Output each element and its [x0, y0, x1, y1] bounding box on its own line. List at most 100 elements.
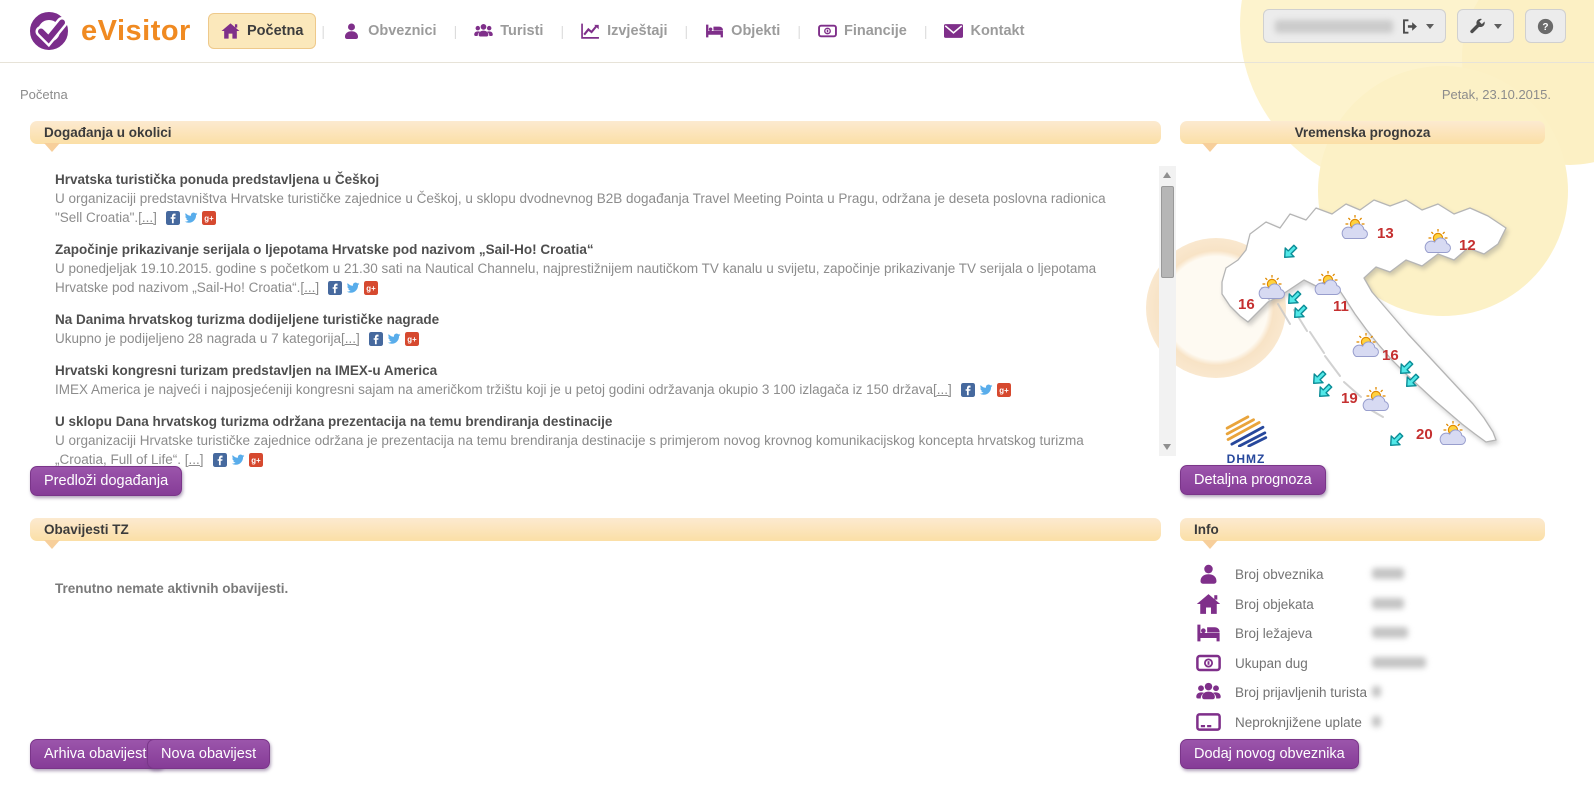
- news-item: Započinje prikazivanje serijala o ljepot…: [55, 240, 1130, 297]
- info-row: Broj ležajeva: [1196, 620, 1221, 646]
- temperature-label: 19: [1341, 390, 1358, 407]
- wind-arrow-icon: [1386, 430, 1405, 449]
- temperature-label: 16: [1382, 347, 1399, 364]
- news-item-title[interactable]: U sklopu Dana hrvatskog turizma održana …: [55, 412, 1130, 431]
- help-button[interactable]: [1525, 9, 1566, 43]
- facebook-icon[interactable]: [213, 453, 227, 467]
- people-icon: [474, 22, 493, 40]
- twitter-icon[interactable]: [231, 453, 245, 467]
- info-row: Broj prijavljenih turista: [1196, 679, 1221, 705]
- info-label: Broj prijavljenih turista: [1235, 685, 1435, 700]
- suggest-events-button[interactable]: Predloži događanja: [30, 466, 182, 496]
- facebook-icon[interactable]: [328, 281, 342, 295]
- nav-item-izvjestaji[interactable]: Izvještaji: [569, 14, 679, 48]
- scroll-down-icon[interactable]: [1163, 444, 1171, 450]
- googleplus-icon[interactable]: [364, 281, 378, 295]
- news-item-title[interactable]: Hrvatski kongresni turizam predstavljen …: [55, 361, 1130, 380]
- card-icon: [1196, 711, 1221, 733]
- panel-pointer: [1202, 143, 1218, 152]
- dhmz-label: DHMZ: [1218, 452, 1274, 466]
- info-row: Neproknjižene uplate: [1196, 709, 1221, 735]
- news-more-link[interactable]: [...]: [300, 280, 319, 295]
- info-row: Broj objekata: [1196, 591, 1221, 617]
- weather-panel-title: Vremenska prognoza: [1180, 121, 1545, 144]
- people-icon: [1196, 681, 1221, 703]
- username-redacted: [1275, 20, 1393, 33]
- news-more-link[interactable]: [...]: [933, 382, 952, 397]
- breadcrumb: Početna: [20, 87, 68, 102]
- temperature-label: 20: [1416, 426, 1433, 443]
- archive-notices-button[interactable]: Arhiva obavijesti: [30, 739, 164, 769]
- scrollbar-thumb[interactable]: [1161, 186, 1174, 278]
- news-more-link[interactable]: [...]: [341, 331, 360, 346]
- person-icon: [1196, 563, 1221, 585]
- bed-icon: [705, 22, 724, 40]
- facebook-icon[interactable]: [961, 383, 975, 397]
- wind-arrow-icon: [1309, 368, 1328, 387]
- wrench-icon: [1469, 18, 1486, 35]
- nav-item-kontakt[interactable]: Kontakt: [932, 14, 1036, 48]
- banknote-icon: [1196, 652, 1221, 674]
- twitter-icon[interactable]: [346, 281, 360, 295]
- nav-label: Financije: [844, 23, 907, 39]
- nav-item-financije[interactable]: Financije: [806, 14, 919, 48]
- news-item: Hrvatska turistička ponuda predstavljena…: [55, 170, 1130, 227]
- nav-divider: |: [454, 23, 458, 39]
- twitter-icon[interactable]: [387, 332, 401, 346]
- news-item: Hrvatski kongresni turizam predstavljen …: [55, 361, 1130, 399]
- info-label: Ukupan dug: [1235, 656, 1435, 671]
- logout-icon: [1401, 18, 1418, 35]
- logo-checkmark-icon: [28, 9, 72, 53]
- add-new-obligor-button[interactable]: Dodaj novog obveznika: [1180, 739, 1359, 769]
- news-item-title[interactable]: Započinje prikazivanje serijala o ljepot…: [55, 240, 1130, 259]
- scroll-up-icon[interactable]: [1163, 172, 1171, 178]
- googleplus-icon[interactable]: [405, 332, 419, 346]
- nav-label: Početna: [247, 23, 303, 39]
- news-item-title[interactable]: Hrvatska turistička ponuda predstavljena…: [55, 170, 1130, 189]
- news-more-link[interactable]: [...]: [185, 452, 204, 467]
- user-menu-button[interactable]: [1263, 9, 1446, 43]
- caret-down-icon: [1494, 24, 1502, 29]
- panel-pointer: [44, 143, 60, 152]
- news-item-body: Ukupno je podijeljeno 28 nagrada u 7 kat…: [55, 331, 341, 346]
- social-icons: [369, 332, 419, 346]
- twitter-icon[interactable]: [979, 383, 993, 397]
- nav-item-objekti[interactable]: Objekti: [693, 14, 792, 48]
- nav-label: Izvještaji: [607, 23, 667, 39]
- nav-item-turisti[interactable]: Turisti: [462, 14, 555, 48]
- nav-item-obveznici[interactable]: Obveznici: [330, 14, 449, 48]
- news-item: U sklopu Dana hrvatskog turizma održana …: [55, 412, 1130, 469]
- new-notice-button[interactable]: Nova obavijest: [147, 739, 270, 769]
- info-row: Ukupan dug: [1196, 650, 1221, 676]
- news-item: Na Danima hrvatskog turizma dodijeljene …: [55, 310, 1130, 348]
- panel-pointer: [1202, 540, 1218, 549]
- news-more-link[interactable]: [...]: [138, 210, 157, 225]
- facebook-icon[interactable]: [166, 211, 180, 225]
- twitter-icon[interactable]: [184, 211, 198, 225]
- social-icons: [328, 281, 378, 295]
- caret-down-icon: [1426, 24, 1434, 29]
- facebook-icon[interactable]: [369, 332, 383, 346]
- info-label: Broj objekata: [1235, 597, 1435, 612]
- info-row: Broj obveznika: [1196, 561, 1221, 587]
- nav-item-pocetna[interactable]: Početna: [208, 13, 316, 49]
- news-scrollbar[interactable]: [1159, 166, 1176, 456]
- wind-arrow-icon: [1315, 381, 1334, 400]
- detailed-forecast-button[interactable]: Detaljna prognoza: [1180, 465, 1326, 495]
- googleplus-icon[interactable]: [997, 383, 1011, 397]
- googleplus-icon[interactable]: [249, 453, 263, 467]
- googleplus-icon[interactable]: [202, 211, 216, 225]
- news-item-body: U organizaciji Hrvatske turističke zajed…: [55, 433, 1084, 467]
- info-label: Broj ležajeva: [1235, 626, 1435, 641]
- nav-divider: |: [321, 23, 325, 39]
- chart-icon: [581, 22, 600, 40]
- events-panel-title: Događanja u okolici: [30, 121, 1161, 144]
- settings-button[interactable]: [1457, 9, 1514, 43]
- nav-label: Objekti: [731, 23, 780, 39]
- news-item-title[interactable]: Na Danima hrvatskog turizma dodijeljene …: [55, 310, 1130, 329]
- info-label: Neproknjižene uplate: [1235, 715, 1435, 730]
- question-icon: [1537, 18, 1554, 35]
- sun-cloud-icon: [1363, 387, 1388, 411]
- home-icon: [1196, 593, 1221, 615]
- bed-icon: [1196, 622, 1221, 644]
